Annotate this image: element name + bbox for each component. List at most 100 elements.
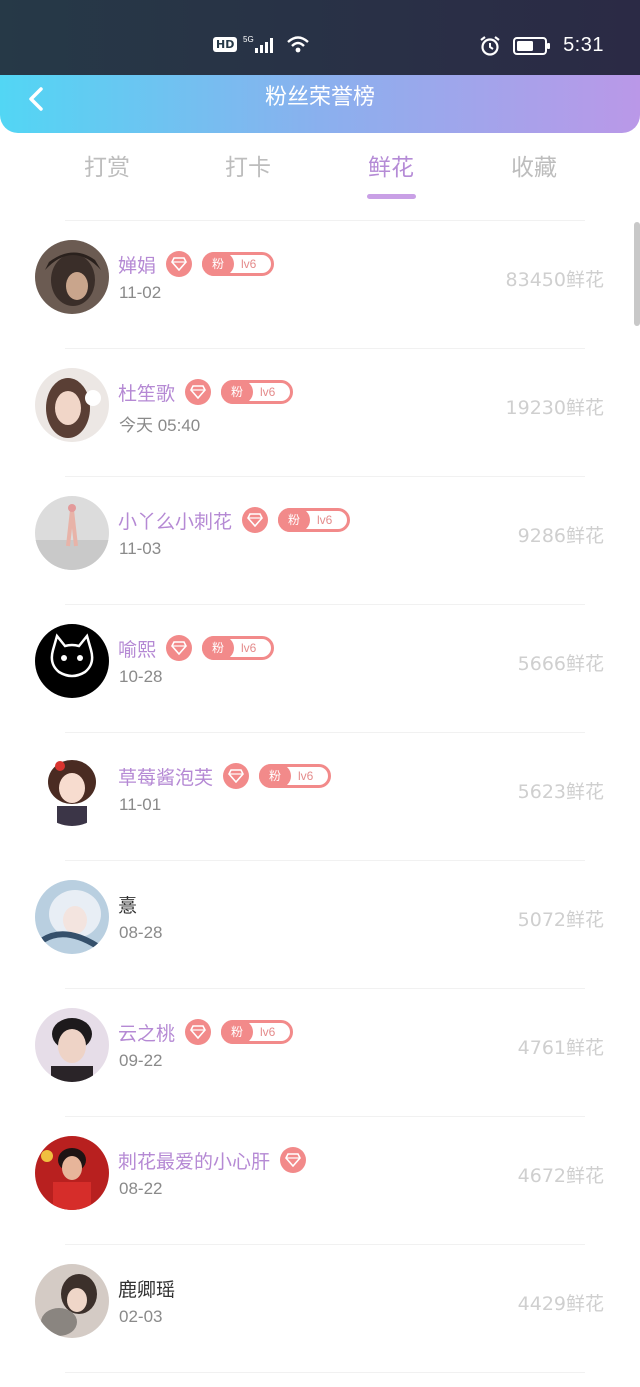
flower-amount: 5072鲜花 [517,909,604,931]
tab-flowers[interactable]: 鲜花 [331,150,451,186]
date: 10-28 [119,667,163,686]
list-item[interactable]: 喻熙 粉 lv6 10-28 5666鲜花 [0,605,640,732]
fan-level-badge: 粉 lv6 [202,252,275,276]
diamond-icon [185,1019,212,1045]
fan-badge-level: lv6 [298,769,314,783]
date: 08-28 [119,923,163,942]
date: 11-02 [119,283,162,302]
fan-level-badge: 粉 lv6 [259,764,332,788]
fan-badge-level: lv6 [241,257,257,271]
avatar[interactable] [35,1264,109,1338]
flower-amount: 19230鲜花 [505,397,604,419]
fan-badge-label: 粉 [259,764,292,788]
avatar[interactable] [35,1008,109,1082]
name-row: 云之桃 粉 lv6 [118,1016,294,1048]
name-row: 刺花最爱的小心肝 [118,1144,307,1176]
user-name[interactable]: 憙 [118,891,137,918]
avatar[interactable] [35,880,109,954]
name-row: 草莓酱泡芙 粉 lv6 [118,760,332,792]
date: 09-22 [119,1051,163,1070]
list-item[interactable]: 云之桃 粉 lv6 09-22 4761鲜花 [0,989,640,1116]
app-header: 粉丝荣誉榜 [0,75,640,133]
fan-badge-level: lv6 [241,641,257,655]
fan-level-badge: 粉 lv6 [202,636,275,660]
user-name[interactable]: 鹿卿瑶 [118,1275,175,1302]
alarm-icon [480,35,500,56]
divider [65,1372,585,1373]
page-title: 粉丝荣誉榜 [264,85,375,110]
fan-level-badge: 粉 lv6 [278,508,351,532]
battery-icon [513,36,551,55]
date: 今天 05:40 [119,416,201,435]
fan-badge-level: lv6 [260,385,276,399]
flower-amount: 9286鲜花 [517,525,604,547]
diamond-icon [166,251,193,277]
fan-badge-label: 粉 [278,508,311,532]
fan-badge-label: 粉 [221,1020,254,1044]
avatar[interactable] [35,496,109,570]
fan-badge-label: 粉 [202,252,235,276]
user-name[interactable]: 云之桃 [118,1019,175,1046]
name-row: 杜笙歌 粉 lv6 [118,376,294,408]
fan-ranking-list: 婵娟 粉 lv6 11-02 83450鲜花 杜笙歌 粉 lv6 今天 05:40 … [0,220,640,1373]
wifi-icon [287,36,310,53]
list-item[interactable]: 鹿卿瑶 02-03 4429鲜花 [0,1245,640,1372]
fan-level-badge: 粉 lv6 [221,380,294,404]
list-item[interactable]: 小丫么小刺花 粉 lv6 11-03 9286鲜花 [0,477,640,604]
tab-checkin[interactable]: 打卡 [188,150,308,186]
scrollbar[interactable] [634,222,640,326]
user-name[interactable]: 刺花最爱的小心肝 [118,1147,270,1174]
date: 11-01 [119,795,162,814]
fan-level-badge: 粉 lv6 [221,1020,294,1044]
list-item[interactable]: 憙 08-28 5072鲜花 [0,861,640,988]
user-name[interactable]: 喻熙 [118,635,156,662]
fan-badge-label: 粉 [202,636,235,660]
user-name[interactable]: 小丫么小刺花 [118,507,232,534]
fan-badge-level: lv6 [317,513,333,527]
avatar[interactable] [35,752,109,826]
avatar[interactable] [35,624,109,698]
status-bar: HD 5G 5:31 [0,0,640,75]
diamond-icon [185,379,212,405]
name-row: 鹿卿瑶 [118,1272,175,1304]
avatar[interactable] [35,240,109,314]
fan-badge-level: lv6 [260,1025,276,1039]
name-row: 憙 [118,888,137,920]
diamond-icon [223,763,250,789]
avatar[interactable] [35,1136,109,1210]
status-left: HD 5G [213,34,311,54]
avatar[interactable] [35,368,109,442]
flower-amount: 5666鲜花 [517,653,604,675]
hd-badge: HD [213,36,238,52]
list-item[interactable]: 杜笙歌 粉 lv6 今天 05:40 19230鲜花 [0,349,640,476]
flower-amount: 4761鲜花 [517,1037,604,1059]
flower-amount: 5623鲜花 [517,781,604,803]
tab-favorites[interactable]: 收藏 [474,150,594,186]
diamond-icon [242,507,269,533]
tab-reward[interactable]: 打赏 [47,150,167,186]
name-row: 婵娟 粉 lv6 [118,248,275,280]
date: 08-22 [119,1179,163,1198]
clock-time: 5:31 [563,34,604,56]
user-name[interactable]: 杜笙歌 [118,379,175,406]
network-label: 5G [243,35,254,44]
name-row: 喻熙 粉 lv6 [118,632,275,664]
flower-amount: 4429鲜花 [517,1293,604,1315]
date: 11-03 [119,539,162,558]
date: 02-03 [119,1307,163,1326]
list-item[interactable]: 草莓酱泡芙 粉 lv6 11-01 5623鲜花 [0,733,640,860]
status-right: 5:31 [479,34,604,57]
name-row: 小丫么小刺花 粉 lv6 [118,504,351,536]
tab-bar: 打赏 打卡 鲜花 收藏 [0,150,640,202]
fan-badge-label: 粉 [221,380,254,404]
cellular-signal-icon: 5G [243,35,274,53]
flower-amount: 83450鲜花 [505,269,604,291]
list-item[interactable]: 婵娟 粉 lv6 11-02 83450鲜花 [0,221,640,348]
diamond-icon [280,1147,307,1173]
diamond-icon [166,635,193,661]
list-item[interactable]: 刺花最爱的小心肝 08-22 4672鲜花 [0,1117,640,1244]
flower-amount: 4672鲜花 [517,1165,604,1187]
user-name[interactable]: 婵娟 [118,251,156,278]
active-tab-indicator [367,194,416,199]
user-name[interactable]: 草莓酱泡芙 [118,763,213,790]
